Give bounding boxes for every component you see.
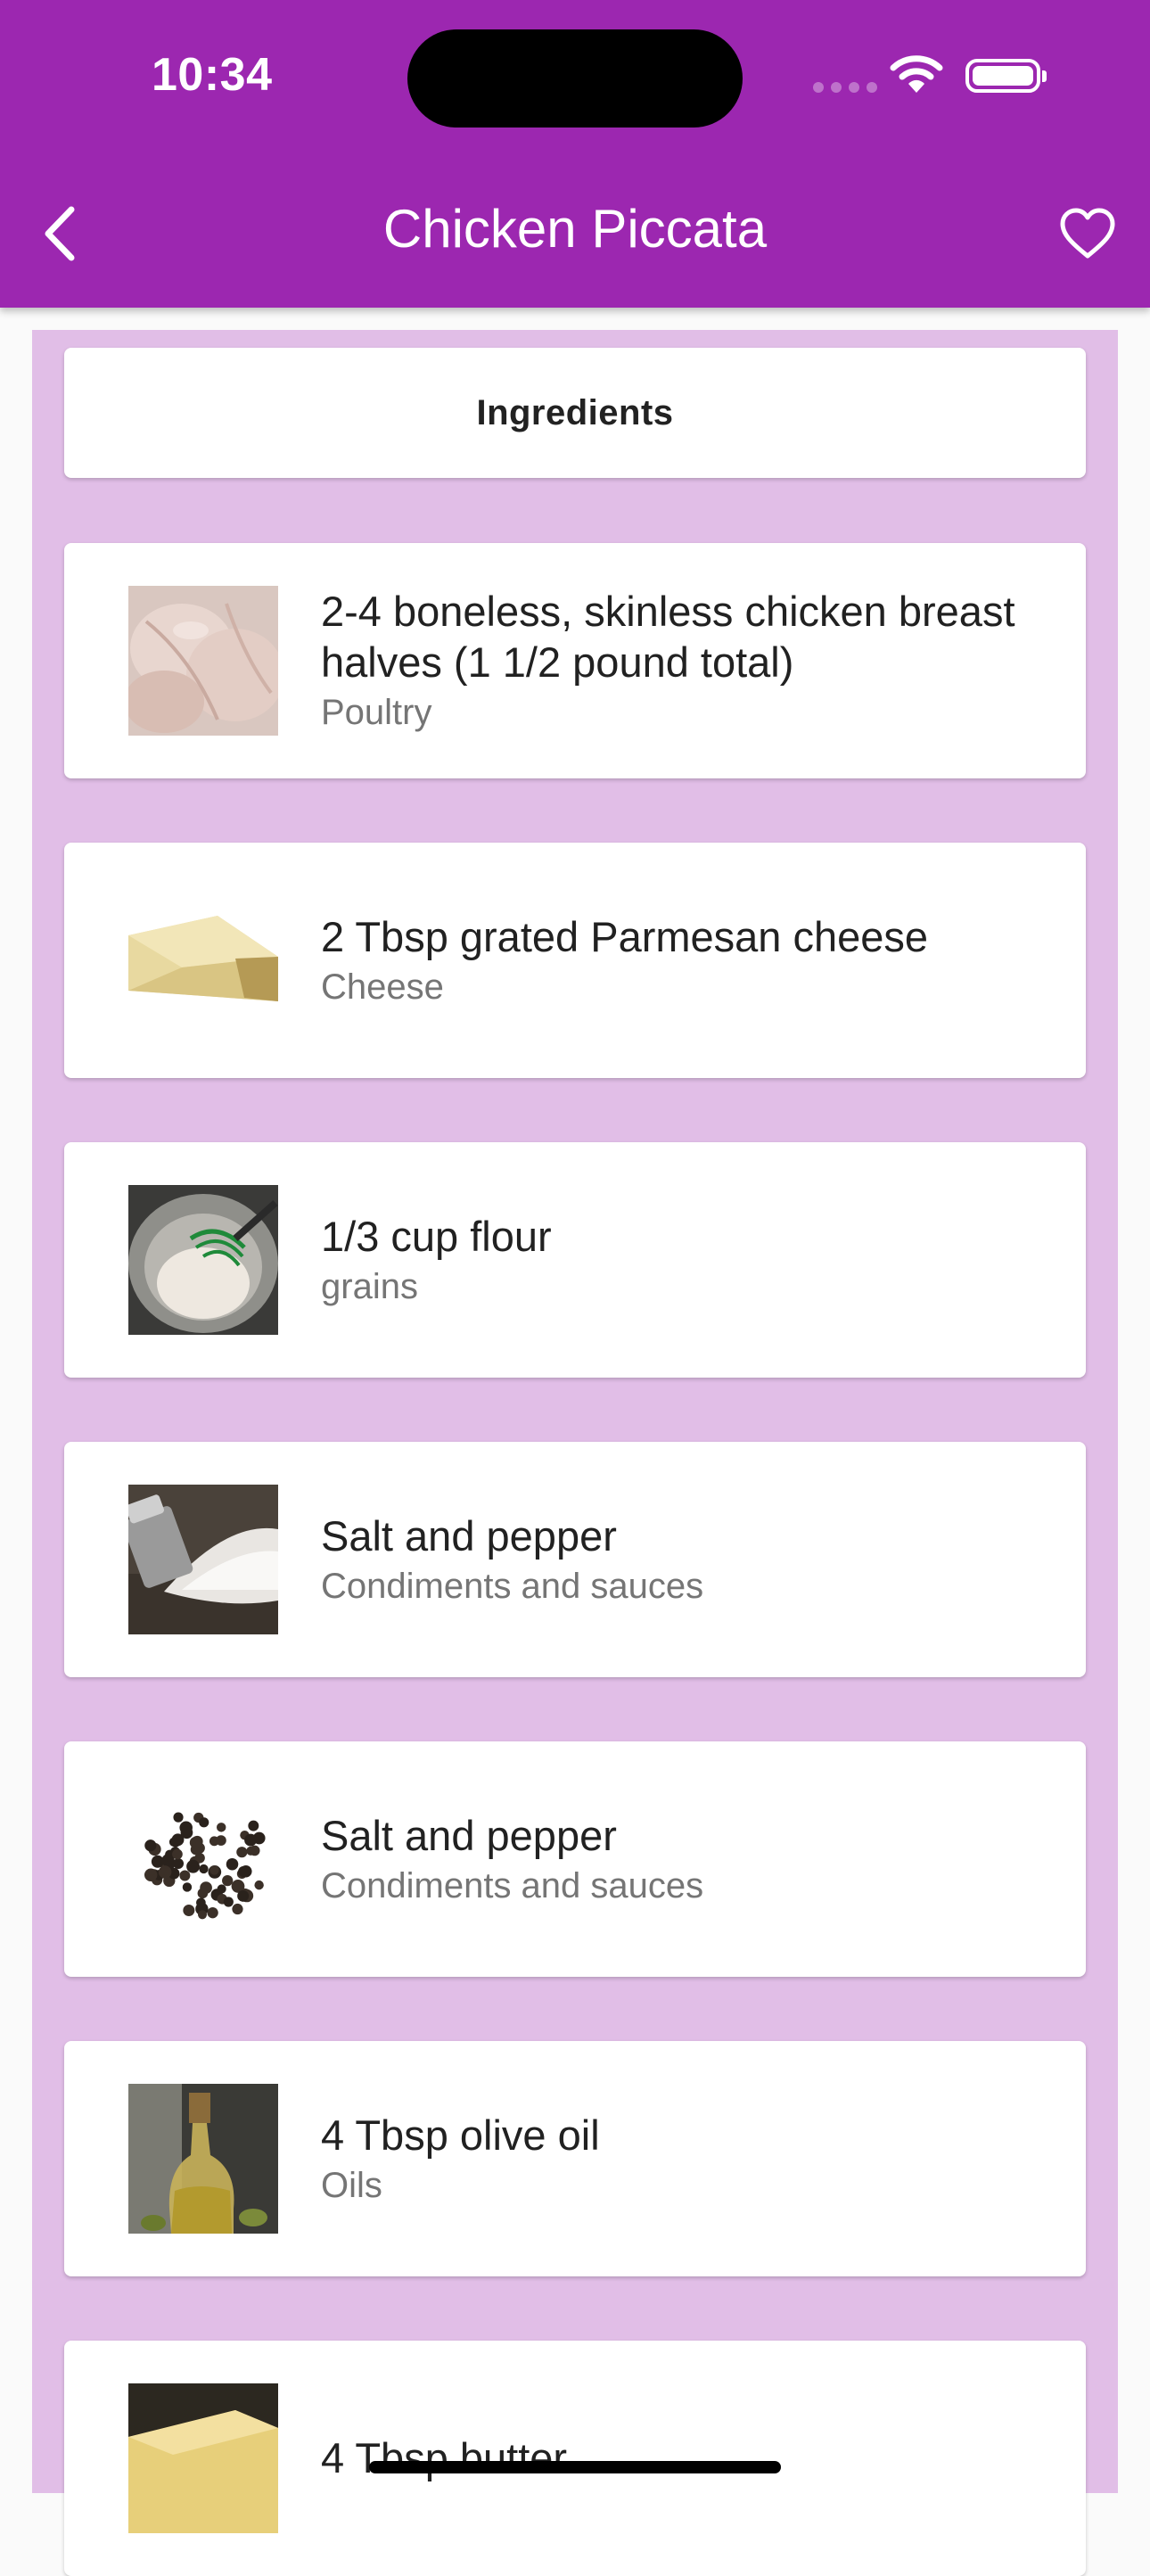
ingredient-card[interactable]: 1/3 cup flour grains xyxy=(64,1142,1086,1378)
ingredient-name: 4 Tbsp butter xyxy=(321,2433,568,2481)
ingredients-header-card: Ingredients xyxy=(64,348,1086,478)
ingredient-card[interactable]: 2-4 boneless, skinless chicken breast ha… xyxy=(64,543,1086,778)
ingredient-category: Condiments and sauces xyxy=(321,1566,704,1606)
parmesan-cheese-photo xyxy=(128,885,278,1035)
ingredient-name: 2-4 boneless, skinless chicken breast ha… xyxy=(321,588,1015,686)
ingredient-category: Cheese xyxy=(321,967,444,1007)
ingredient-name: Salt and pepper xyxy=(321,1811,617,1859)
ingredient-category: grains xyxy=(321,1266,418,1306)
ingredient-name: 1/3 cup flour xyxy=(321,1212,552,1260)
heart-outline-icon xyxy=(1060,208,1115,259)
battery-icon xyxy=(965,59,1047,93)
ingredient-card[interactable]: Salt and pepper Condiments and sauces xyxy=(64,1442,1086,1677)
peppercorns-photo xyxy=(128,1784,278,1934)
app-bar: 10:34 Chicken Piccata xyxy=(0,0,1150,308)
ingredient-card[interactable]: 4 Tbsp olive oil Oils xyxy=(64,2041,1086,2276)
home-indicator xyxy=(369,2461,781,2473)
ingredient-name: Salt and pepper xyxy=(321,1511,617,1560)
page-title: Chicken Piccata xyxy=(382,199,768,259)
section-header: Ingredients xyxy=(476,392,674,432)
status-time: 10:34 xyxy=(152,49,273,101)
ingredient-name: 2 Tbsp grated Parmesan cheese xyxy=(321,912,929,960)
favorite-button[interactable] xyxy=(1052,198,1123,269)
flour-bowl-photo xyxy=(128,1185,278,1335)
ingredient-name: 4 Tbsp olive oil xyxy=(321,2111,600,2159)
ingredient-card[interactable]: 2 Tbsp grated Parmesan cheese Cheese xyxy=(64,843,1086,1078)
chicken-breast-photo xyxy=(128,586,278,736)
olive-oil-bottle-photo xyxy=(128,2084,278,2234)
ingredient-category: Poultry xyxy=(321,693,432,732)
ingredient-card[interactable]: Salt and pepper Condiments and sauces xyxy=(64,1741,1086,1977)
cellular-signal-icon xyxy=(813,82,877,93)
salt-shaker-photo xyxy=(128,1485,278,1634)
wifi-icon xyxy=(890,53,943,99)
ingredient-category: Oils xyxy=(321,2165,382,2205)
butter-photo xyxy=(128,2383,278,2533)
ingredient-category: Condiments and sauces xyxy=(321,1865,704,1905)
dynamic-island xyxy=(407,29,743,128)
ingredient-card[interactable]: 4 Tbsp butter xyxy=(64,2341,1086,2576)
